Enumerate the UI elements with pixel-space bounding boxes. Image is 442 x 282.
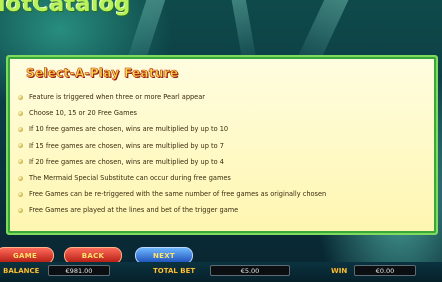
total-bet-label: TOTAL BET [153,267,196,275]
win-label: WIN [331,267,348,275]
win-value: €0.00 [354,265,416,276]
total-bet-value: €5.00 [210,265,290,276]
pearl-bullet-icon [18,207,23,213]
list-item: If 20 free games are chosen, wins are mu… [18,154,326,170]
list-item: If 10 free games are chosen, wins are mu… [18,121,326,137]
site-logo: lotCatalog [0,0,131,17]
list-item: Free Games are played at the lines and b… [18,202,326,218]
rule-text: Choose 10, 15 or 20 Free Games [29,109,137,118]
panel-title: Select-A-Play Feature [26,66,179,81]
rule-text: Free Games can be re-triggered with the … [29,190,327,199]
rule-text: If 15 free games are chosen, wins are mu… [29,141,224,150]
rules-list: Feature is triggered when three or more … [18,89,326,219]
rule-text: If 10 free games are chosen, wins are mu… [29,125,229,134]
list-item: The Mermaid Special Substitute can occur… [18,170,326,186]
pearl-bullet-icon [18,191,23,197]
paytable-info-panel: Select-A-Play Feature Feature is trigger… [6,55,438,235]
list-item: If 15 free games are chosen, wins are mu… [18,138,326,154]
rule-text: Feature is triggered when three or more … [29,93,205,102]
balance-label: BALANCE [3,267,40,275]
pearl-bullet-icon [18,143,23,149]
pearl-bullet-icon [18,175,23,181]
rule-text: Free Games are played at the lines and b… [29,206,239,215]
list-item: Feature is triggered when three or more … [18,89,326,105]
pearl-bullet-icon [18,159,23,165]
balance-value: €981.00 [48,265,110,276]
pearl-bullet-icon [18,110,23,116]
rule-text: If 20 free games are chosen, wins are mu… [29,157,224,166]
pearl-bullet-icon [18,126,23,132]
pearl-bullet-icon [18,94,23,100]
list-item: Choose 10, 15 or 20 Free Games [18,105,326,121]
list-item: Free Games can be re-triggered with the … [18,186,326,202]
rule-text: The Mermaid Special Substitute can occur… [29,174,231,183]
